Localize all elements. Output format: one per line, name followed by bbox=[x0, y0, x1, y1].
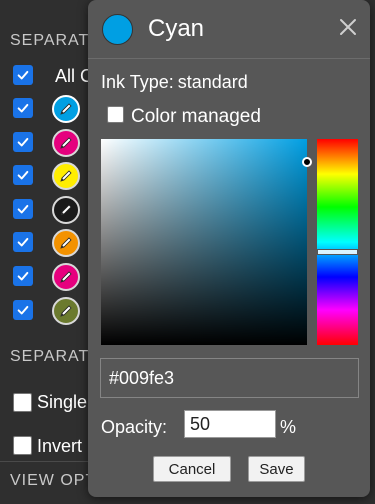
hue-handle[interactable] bbox=[317, 248, 358, 255]
plate-checkbox[interactable] bbox=[13, 198, 33, 219]
plate-checkbox[interactable] bbox=[13, 299, 33, 320]
check-icon bbox=[17, 70, 29, 80]
hex-input[interactable] bbox=[100, 358, 359, 398]
plate-checkbox[interactable] bbox=[13, 165, 33, 186]
plate-edit-button[interactable] bbox=[52, 195, 80, 224]
check-icon bbox=[17, 305, 29, 315]
check-icon bbox=[17, 204, 29, 214]
invert-label: Invert bbox=[37, 436, 83, 456]
plate-edit-button[interactable] bbox=[52, 95, 80, 123]
plate-checkbox[interactable] bbox=[13, 266, 33, 286]
plate-edit-button[interactable] bbox=[52, 229, 80, 258]
pencil-icon bbox=[60, 305, 72, 317]
plate-edit-button[interactable] bbox=[52, 128, 80, 157]
close-icon bbox=[340, 19, 356, 35]
hue-slider[interactable] bbox=[317, 139, 358, 345]
pencil-icon bbox=[60, 204, 72, 216]
color-managed-label: Color managed bbox=[131, 106, 261, 127]
divider bbox=[88, 58, 370, 59]
pencil-icon bbox=[60, 170, 72, 182]
single-label: Single bbox=[37, 392, 88, 412]
plate-checkbox[interactable] bbox=[13, 98, 33, 118]
opacity-label: Opacity: bbox=[101, 417, 168, 437]
check-icon bbox=[17, 171, 29, 180]
plate-checkbox[interactable] bbox=[13, 131, 33, 152]
save-button[interactable]: Save bbox=[248, 456, 305, 482]
saturation-handle[interactable] bbox=[302, 156, 312, 167]
color-swatch bbox=[102, 14, 133, 45]
close-button[interactable] bbox=[335, 14, 361, 40]
pencil-icon bbox=[60, 137, 72, 149]
divider bbox=[0, 461, 90, 462]
pencil-icon bbox=[60, 271, 72, 283]
invert-checkbox[interactable] bbox=[13, 436, 32, 455]
plate-edit-button[interactable] bbox=[52, 263, 80, 291]
color-picker-dialog: Cyan Ink Type:standard Color managed Opa… bbox=[88, 0, 370, 497]
check-icon bbox=[17, 103, 29, 113]
cancel-button[interactable]: Cancel bbox=[153, 456, 231, 482]
pencil-icon bbox=[60, 103, 72, 115]
color-managed-checkbox[interactable] bbox=[107, 106, 124, 123]
plate-checkbox[interactable] bbox=[13, 232, 33, 253]
dialog-title: Cyan bbox=[148, 15, 205, 42]
opacity-unit: % bbox=[280, 417, 297, 437]
ink-type-label: Ink Type: bbox=[101, 72, 174, 92]
plate-edit-button[interactable] bbox=[52, 296, 80, 325]
check-icon bbox=[17, 271, 29, 281]
single-checkbox[interactable] bbox=[13, 393, 32, 412]
check-icon bbox=[17, 137, 29, 147]
opacity-input[interactable] bbox=[184, 410, 276, 438]
ink-type-value: standard bbox=[177, 72, 248, 92]
all-colors-checkbox[interactable] bbox=[13, 65, 33, 85]
saturation-brightness-area[interactable] bbox=[101, 139, 312, 345]
ink-type-row: Ink Type: standard bbox=[101, 72, 248, 93]
plate-edit-button[interactable] bbox=[52, 162, 80, 191]
pencil-icon bbox=[60, 237, 72, 250]
check-icon bbox=[17, 238, 29, 247]
